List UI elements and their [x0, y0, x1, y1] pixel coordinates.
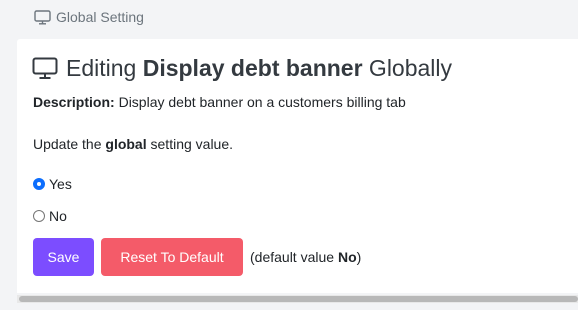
default-value-note: (default value No) — [250, 249, 361, 265]
default-note-prefix: (default value — [250, 249, 338, 265]
breadcrumb-label: Global Setting — [56, 9, 144, 25]
setting-name: Display debt banner — [142, 55, 363, 81]
update-prefix: Update the — [33, 136, 106, 152]
radio-option-yes[interactable]: Yes — [33, 176, 72, 192]
update-bold: global — [105, 136, 147, 152]
scrollbar-thumb[interactable] — [19, 296, 578, 302]
radio-option-no[interactable]: No — [33, 208, 67, 224]
action-bar: Save Reset To Default (default value No) — [33, 238, 361, 276]
save-button[interactable]: Save — [33, 238, 94, 276]
reset-to-default-button[interactable]: Reset To Default — [101, 238, 243, 276]
breadcrumb: Global Setting — [34, 9, 144, 25]
radio-yes[interactable] — [33, 178, 45, 190]
radio-no[interactable] — [33, 210, 45, 222]
title-prefix: Editing — [66, 55, 143, 81]
description-text: Display debt banner on a customers billi… — [114, 94, 406, 110]
monitor-icon — [34, 9, 51, 25]
monitor-icon — [32, 57, 58, 80]
update-suffix: setting value. — [146, 136, 234, 152]
page-title: Editing Display debt banner Globally — [32, 55, 452, 82]
radio-yes-label[interactable]: Yes — [49, 176, 72, 192]
radio-no-label[interactable]: No — [49, 208, 67, 224]
update-instruction: Update the global setting value. — [33, 136, 233, 152]
horizontal-scrollbar[interactable] — [17, 295, 578, 303]
description-label: Description: — [33, 94, 115, 110]
settings-card: Editing Display debt banner Globally Des… — [17, 39, 578, 293]
title-suffix: Globally — [362, 55, 453, 81]
setting-description: Description: Display debt banner on a cu… — [33, 94, 406, 110]
default-note-suffix: ) — [356, 249, 362, 265]
default-value: No — [337, 249, 357, 265]
